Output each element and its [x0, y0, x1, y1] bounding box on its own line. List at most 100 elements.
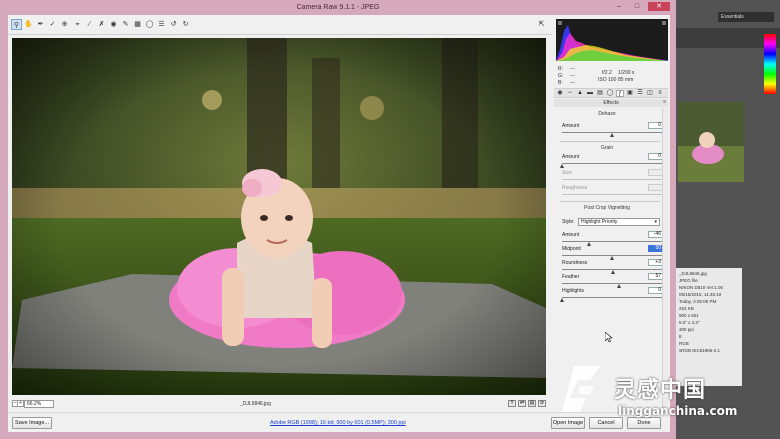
radial-filter-icon[interactable]: ◯ [144, 19, 155, 30]
hand-icon[interactable]: ✋ [23, 19, 34, 30]
panel-section-title: Effects [554, 99, 668, 107]
minimize-icon[interactable]: – [612, 2, 626, 11]
snapshots-tab-icon[interactable]: ◫ [646, 90, 654, 97]
grain-amount-label: Amount [562, 154, 580, 160]
vignette-highlights-slider[interactable] [562, 297, 662, 298]
detail-tab-icon[interactable]: ▲ [576, 90, 584, 97]
crop-icon[interactable]: ⌖ [72, 19, 83, 30]
straighten-icon[interactable]: ∕ [84, 19, 95, 30]
zoom-level-select[interactable]: 66.2% [24, 400, 54, 408]
white-balance-icon[interactable]: ✒ [35, 19, 46, 30]
effects-tab-icon[interactable]: ƒ [616, 90, 624, 97]
grain-size-label: Size [562, 170, 572, 176]
panel-options-icon[interactable]: ≡ [663, 99, 666, 105]
list-item: sRGB IEC61966-2.1 [679, 348, 721, 353]
preferences-icon[interactable]: ☰ [156, 19, 167, 30]
r-value: --- [570, 66, 575, 72]
camera-readout: R: --- G: --- B: --- f/2.2 1/200 s ISO 1… [556, 64, 668, 88]
fullscreen-icon[interactable]: ⇱ [536, 19, 547, 30]
file-info-list: _DJL9846.jpg JPEG file NIKON D810 Ver.1.… [676, 268, 742, 386]
graduated-filter-icon[interactable]: ▦ [132, 19, 143, 30]
lens-corrections-tab-icon[interactable]: ◯ [606, 90, 614, 97]
aperture-value: f/2.2 [602, 70, 612, 76]
vignette-amount-thumb[interactable] [586, 242, 592, 246]
maximize-icon[interactable]: □ [630, 2, 644, 11]
adjustment-panel: R: --- G: --- B: --- f/2.2 1/200 s ISO 1… [552, 15, 670, 411]
filename-label: _DJL9846.jpg [240, 401, 271, 407]
window-title: Camera Raw 9.1.1 - JPEG [0, 0, 676, 15]
list-item: NIKON D810 Ver.1.00 [679, 285, 724, 290]
split-toning-tab-icon[interactable]: ▤ [596, 90, 604, 97]
chevron-down-icon: ▾ [654, 219, 657, 225]
grain-amount-slider[interactable] [562, 163, 662, 164]
vignette-highlights-thumb[interactable] [559, 298, 565, 302]
swap-settings-icon[interactable]: ⇄ [518, 400, 526, 407]
red-eye-icon[interactable]: ◉ [108, 19, 119, 30]
basic-tab-icon[interactable]: ◉ [556, 90, 564, 97]
watermark-text: 灵感中国 [614, 378, 707, 403]
list-item: 05/15/2015, 11:45:10 [679, 292, 722, 297]
panel-tabs: ◉ ∽ ▲ ▬ ▤ ◯ ƒ ▣ ☰ ◫ ≡ [554, 88, 668, 98]
targeted-adjustment-icon[interactable]: ⊕ [59, 19, 70, 30]
vignette-amount-slider[interactable] [562, 241, 662, 242]
watermark-url: lingganchina.com [618, 404, 738, 418]
before-after-toggle[interactable]: Y [508, 400, 516, 407]
highlight-clipping-icon[interactable] [662, 21, 666, 25]
zoom-icon[interactable]: ⚲ [11, 19, 22, 30]
save-image-button[interactable]: Save Image... [12, 417, 52, 429]
open-image-button[interactable]: Open Image [551, 417, 585, 429]
dehaze-amount-label: Amount [562, 123, 580, 129]
rotate-right-icon[interactable]: ↻ [180, 19, 191, 30]
rotate-left-icon[interactable]: ↺ [168, 19, 179, 30]
presets-tab-icon[interactable]: ☰ [636, 90, 644, 97]
list-item: 5.0" x 3.3" [679, 320, 700, 325]
dehaze-amount-thumb[interactable] [609, 133, 615, 137]
done-button[interactable]: Done [627, 417, 661, 429]
vignette-midpoint-label: Midpoint [562, 246, 581, 252]
workflow-options-link[interactable]: Adobe RGB (1998); 16 bit; 900 by 601 (0.… [270, 420, 406, 426]
vignette-feather-slider[interactable] [562, 283, 662, 284]
hsl-tab-icon[interactable]: ▬ [586, 90, 594, 97]
vignette-roundness-thumb[interactable] [611, 270, 616, 274]
vignette-midpoint-thumb[interactable] [609, 256, 615, 260]
cancel-button[interactable]: Cancel [589, 417, 623, 429]
image-preview[interactable] [12, 38, 546, 395]
list-item: 300 ppi [679, 327, 694, 332]
b-label: B: [558, 80, 563, 86]
adjustment-brush-icon[interactable]: ✎ [120, 19, 131, 30]
g-label: G: [558, 73, 564, 79]
preview-settings-icon[interactable]: ⚙ [538, 400, 546, 407]
vignette-feather-thumb[interactable] [616, 284, 622, 288]
vignette-roundness-label: Roundness [562, 260, 588, 266]
mouse-cursor-icon [605, 332, 613, 342]
grain-size-slider [562, 179, 662, 180]
histogram [556, 19, 668, 61]
color-spectrum[interactable] [764, 34, 776, 94]
tone-curve-tab-icon[interactable]: ∽ [566, 90, 574, 97]
shutter-value: 1/200 s [618, 70, 635, 76]
workspace-switcher[interactable]: Essentials [718, 12, 774, 22]
preview-status-bar: – + 66.2% _DJL9846.jpg Y ⇄ ▤ ⚙ [8, 397, 550, 410]
g-value: --- [570, 73, 575, 79]
vignette-style-select[interactable]: Highlight Priority ▾ [578, 218, 660, 226]
close-icon[interactable]: ✕ [648, 2, 670, 11]
list-item: JPEG file [679, 278, 698, 283]
color-sampler-icon[interactable]: ✓ [47, 19, 58, 30]
panel-scrollbar[interactable] [662, 108, 668, 411]
camera-calibration-tab-icon[interactable]: ▣ [626, 90, 634, 97]
vignette-style-value: Highlight Priority [581, 219, 618, 225]
copy-settings-icon[interactable]: ▤ [528, 400, 536, 407]
shadow-clipping-icon[interactable] [558, 21, 562, 25]
grain-title: Grain [600, 145, 614, 151]
spot-removal-icon[interactable]: ✗ [96, 19, 107, 30]
list-item: _DJL9846.jpg [679, 271, 707, 276]
grain-amount-thumb[interactable] [559, 164, 565, 168]
list-item: Today, 3:35:06 PM [679, 299, 717, 304]
list-item: 8 [679, 334, 682, 339]
panel-menu-icon[interactable]: ≡ [656, 90, 664, 97]
vignette-highlights-label: Highlights [562, 288, 584, 294]
grain-roughness-slider [562, 194, 662, 195]
list-item: 900 x 601 [679, 313, 699, 318]
background-thumbnail [678, 102, 744, 182]
vignette-feather-label: Feather [562, 274, 580, 280]
